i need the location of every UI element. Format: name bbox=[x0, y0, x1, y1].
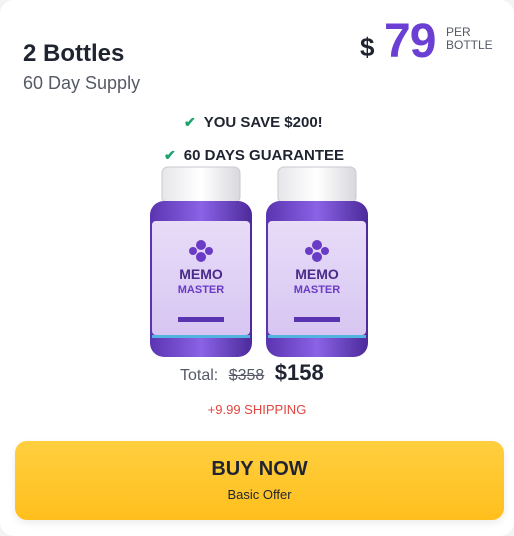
offer-title: 2 Bottles bbox=[23, 40, 125, 67]
supplement-bottle-image: MEMO MASTER bbox=[150, 166, 252, 357]
offer-tier-label: Basic Offer bbox=[227, 487, 292, 502]
benefit-savings: ✔ YOU SAVE $200! bbox=[184, 114, 323, 131]
order-total: Total: $358 $158 bbox=[180, 360, 324, 386]
total-label: Total: bbox=[180, 367, 219, 384]
price-value: 79 bbox=[384, 15, 436, 68]
check-icon: ✔ bbox=[184, 114, 196, 130]
offer-card: 2 Bottles 60 Day Supply $ 79 PER BOTTLE … bbox=[0, 0, 514, 536]
bottle-brand-line1: MEMO bbox=[179, 266, 223, 282]
benefit-guarantee: ✔ 60 DAYS GUARANTEE bbox=[164, 147, 344, 164]
buy-now-button[interactable]: BUY NOW Basic Offer bbox=[15, 441, 504, 520]
bottle-brand-line1: MEMO bbox=[295, 266, 339, 282]
benefit-guarantee-label: 60 DAYS GUARANTEE bbox=[183, 147, 345, 164]
product-image: MEMO MASTER MEMO MASTER bbox=[148, 165, 370, 363]
offer-subtitle: 60 Day Supply bbox=[23, 73, 141, 93]
price-unit: PER BOTTLE bbox=[446, 26, 506, 52]
discounted-price: $158 bbox=[274, 360, 324, 385]
bottle-brand-line2: MASTER bbox=[178, 284, 225, 296]
shipping-fee: +9.99 SHIPPING bbox=[207, 402, 307, 417]
price-currency: $ bbox=[360, 32, 375, 62]
supplement-bottle-image: MEMO MASTER bbox=[266, 166, 368, 357]
bottle-brand-line2: MASTER bbox=[294, 284, 341, 296]
price-unit-line2: BOTTLE bbox=[446, 38, 493, 52]
buy-now-label: BUY NOW bbox=[211, 458, 308, 480]
original-price: $358 bbox=[228, 367, 265, 384]
benefit-savings-label: YOU SAVE $200! bbox=[203, 114, 323, 131]
check-icon: ✔ bbox=[164, 147, 176, 163]
